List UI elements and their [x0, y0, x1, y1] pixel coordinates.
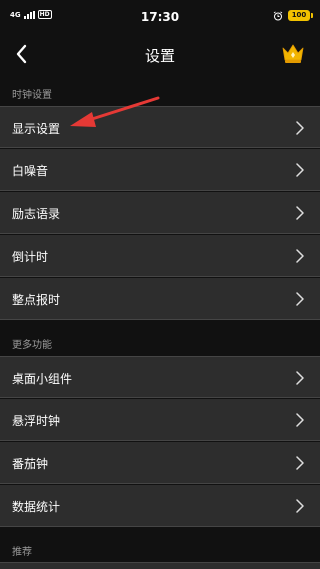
alarm-clock-icon: [273, 10, 283, 20]
page-title: 设置: [144, 47, 175, 65]
list-item-quotes[interactable]: 励志语录: [0, 192, 320, 234]
chevron-right-icon: [296, 413, 304, 427]
list-item-label: 桌面小组件: [12, 372, 73, 386]
list-item-label: 整点报时: [12, 293, 61, 307]
list-item-label: 番茄钟: [12, 457, 49, 471]
list-item-label: 白噪音: [12, 164, 49, 178]
status-right: 100: [273, 10, 313, 21]
chevron-right-icon: [296, 121, 304, 135]
chevron-right-icon: [296, 499, 304, 513]
nav-bar: 设置: [0, 34, 320, 76]
section-header-clock: 时钟设置: [0, 79, 320, 103]
chevron-right-icon: [296, 456, 304, 470]
list-item-recommend-partial[interactable]: [0, 562, 320, 569]
section-title-recommend: 推荐: [12, 547, 32, 558]
chevron-right-icon: [296, 206, 304, 220]
list-item-desktop-widget[interactable]: 桌面小组件: [0, 356, 320, 398]
battery-indicator: 100: [288, 10, 313, 21]
list-item-label: 显示设置: [12, 122, 61, 136]
section-title-more: 更多功能: [12, 340, 52, 351]
section-header-more: 更多功能: [0, 329, 320, 353]
crown-icon[interactable]: [280, 40, 306, 66]
chevron-right-icon: [296, 371, 304, 385]
list-item-display-settings[interactable]: 显示设置: [0, 106, 320, 148]
section-title-clock: 时钟设置: [12, 90, 52, 101]
list-item-floating-clock[interactable]: 悬浮时钟: [0, 399, 320, 441]
status-time: 17:30: [140, 10, 180, 24]
chevron-right-icon: [296, 163, 304, 177]
list-item-label: 励志语录: [12, 207, 61, 221]
list-item-white-noise[interactable]: 白噪音: [0, 149, 320, 191]
list-item-label: 数据统计: [12, 500, 61, 514]
section-header-recommend: 推荐: [0, 536, 320, 560]
list-item-label: 悬浮时钟: [12, 414, 61, 428]
chevron-right-icon: [296, 249, 304, 263]
list-item-label: 倒计时: [12, 250, 49, 264]
chevron-right-icon: [296, 292, 304, 306]
list-item-statistics[interactable]: 数据统计: [0, 485, 320, 527]
status-bar: 4G HD 17:30 100: [0, 0, 320, 34]
list-item-countdown[interactable]: 倒计时: [0, 235, 320, 277]
list-item-pomodoro[interactable]: 番茄钟: [0, 442, 320, 484]
list-item-hourly-chime[interactable]: 整点报时: [0, 278, 320, 320]
